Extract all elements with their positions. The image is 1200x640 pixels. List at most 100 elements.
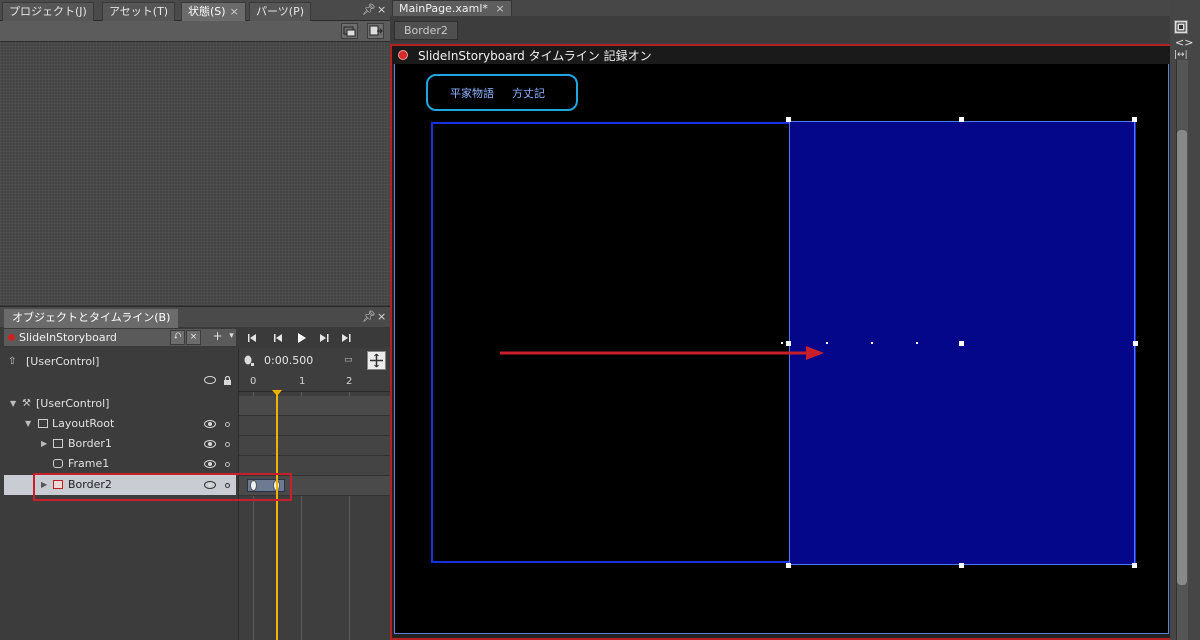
record-toggle-icon[interactable] [398, 50, 408, 60]
tab-states[interactable]: 状態(S) × [181, 2, 246, 21]
storyboard-options-icon[interactable]: ⮏ [170, 330, 185, 345]
first-frame-icon[interactable] [248, 334, 256, 342]
resize-handle[interactable] [1132, 117, 1137, 122]
eye-icon[interactable] [204, 460, 216, 468]
tree-item-label: [UserControl] [36, 397, 110, 410]
usercontrol-icon: ⚒ [22, 398, 31, 409]
scrollbar-thumb[interactable] [1177, 130, 1187, 585]
storyboard-name: SlideInStoryboard [19, 331, 117, 344]
tab-assets-label: アセット(T) [109, 5, 169, 18]
timeline-row [239, 396, 391, 416]
keyframe-record-icon[interactable] [243, 354, 255, 366]
playhead-handle[interactable] [272, 390, 282, 396]
nav-link-hojoki[interactable]: 方丈記 [512, 85, 545, 101]
pin-icon[interactable]: 📌︎ [362, 3, 376, 16]
resize-handle[interactable] [1132, 563, 1137, 568]
ruler-tick-1: 1 [299, 376, 306, 387]
breadcrumb[interactable]: Border2 [394, 21, 458, 40]
resize-handle[interactable] [1133, 341, 1138, 346]
show-all-eye-icon[interactable] [204, 376, 216, 384]
nav-pill: 平家物語 方丈記 [426, 74, 578, 111]
lock-toggle-icon[interactable] [225, 462, 230, 467]
tree-item-frame1[interactable]: Frame1 [0, 454, 238, 474]
timeline-row [239, 436, 391, 456]
border-icon [53, 439, 63, 448]
resize-handle[interactable] [786, 117, 791, 122]
code-view-icon[interactable]: <> [1175, 36, 1193, 49]
tab-states-label: 状態(S) [188, 5, 226, 18]
eye-icon[interactable] [204, 440, 216, 448]
time-ruler[interactable]: 0 1 2 [239, 374, 391, 392]
ruler-tick-0: 0 [250, 376, 257, 387]
scope-label: [UserControl] [26, 355, 100, 368]
document-tabbar: MainPage.xaml* × [390, 0, 1170, 16]
grid-icon [38, 419, 48, 428]
motion-path-dot [916, 342, 918, 344]
resize-handle[interactable] [959, 117, 964, 122]
view-toggle-icon[interactable] [1174, 20, 1188, 34]
close-storyboard-icon[interactable]: × [186, 330, 201, 345]
playback-controls [248, 333, 351, 343]
time-display[interactable]: 0:00.500 [264, 354, 313, 367]
tree-item-label: LayoutRoot [52, 417, 115, 430]
lock-toggle-icon[interactable] [225, 442, 230, 447]
objects-pin-icon[interactable]: 📌︎ [362, 310, 376, 323]
left-panel-tabbar: プロジェクト(J) アセット(T) 状態(S) × パーツ(P) 📌︎ × [0, 0, 390, 21]
expand-arrow-icon[interactable]: ▼ [25, 414, 31, 434]
playhead[interactable] [276, 392, 278, 640]
breadcrumb-bar: Border2 [390, 16, 1170, 44]
tab-states-close-icon[interactable]: × [230, 5, 239, 18]
storyboard-picker[interactable]: SlideInStoryboard ⮏ × + ▾ [3, 328, 237, 347]
tree-item-label: Frame1 [68, 457, 110, 470]
tree-item-layoutroot[interactable]: ▼ LayoutRoot [0, 414, 238, 434]
states-panel-body [0, 42, 390, 305]
scope-row[interactable]: ⇧ [UserControl] [0, 352, 238, 372]
transform-center-handle[interactable] [959, 341, 964, 346]
prev-frame-icon[interactable] [274, 334, 282, 342]
add-state-icon[interactable] [367, 23, 384, 39]
last-frame-icon[interactable] [342, 334, 351, 342]
timeline-row [239, 416, 391, 436]
tab-parts[interactable]: パーツ(P) [249, 2, 311, 21]
tab-mainpage-label: MainPage.xaml* [399, 2, 488, 15]
tree-item-usercontrol[interactable]: ▼ ⚒ [UserControl] [0, 394, 238, 414]
new-storyboard-button[interactable]: + [210, 330, 225, 345]
frame-icon [53, 459, 63, 468]
scope-up-icon[interactable]: ⇧ [8, 352, 16, 372]
tab-project-label: プロジェクト(J) [9, 5, 87, 18]
play-icon[interactable] [298, 333, 306, 343]
states-toolbar [0, 21, 390, 42]
tab-parts-label: パーツ(P) [256, 5, 304, 18]
recording-status: SlideInStoryboard タイムライン 記録オン [418, 49, 652, 63]
nav-link-heike[interactable]: 平家物語 [450, 85, 494, 101]
objects-timeline-title[interactable]: オブジェクトとタイムライン(B) [4, 309, 179, 328]
tree-item-border1[interactable]: ▶ Border1 [0, 434, 238, 454]
collapsed-arrow-icon[interactable]: ▶ [41, 434, 47, 454]
add-state-group-icon[interactable] [341, 23, 358, 39]
snap-ruler-icon[interactable]: ▭ [344, 355, 353, 365]
zoom-fit-button[interactable] [367, 351, 386, 370]
resize-handle[interactable] [959, 563, 964, 568]
right-tool-strip: <> |↔| [1170, 0, 1200, 640]
slide-direction-arrow [500, 346, 824, 360]
objects-close-icon[interactable]: × [377, 310, 386, 323]
objects-timeline-header: オブジェクトとタイムライン(B) 📌︎ × [0, 306, 390, 328]
eye-icon[interactable] [204, 420, 216, 428]
lock-toggle-icon[interactable] [225, 422, 230, 427]
motion-path-dot [871, 342, 873, 344]
split-view-icon[interactable]: |↔| [1174, 50, 1188, 60]
lock-all-icon[interactable] [223, 375, 232, 385]
tab-project[interactable]: プロジェクト(J) [2, 2, 94, 21]
ruler-tick-2: 2 [346, 376, 353, 387]
recording-bar: SlideInStoryboard タイムライン 記録オン [392, 46, 1171, 64]
resize-handle[interactable] [786, 563, 791, 568]
panel-close-icon[interactable]: × [377, 3, 386, 16]
storyboard-dropdown-icon[interactable]: ▾ [224, 330, 239, 345]
selection-highlight [33, 473, 292, 501]
expand-arrow-icon[interactable]: ▼ [10, 394, 16, 414]
tab-assets[interactable]: アセット(T) [102, 2, 176, 21]
next-frame-icon[interactable] [320, 334, 329, 342]
tab-close-icon[interactable]: × [495, 2, 504, 15]
tab-mainpage[interactable]: MainPage.xaml* × [392, 0, 512, 16]
record-indicator-icon [8, 334, 15, 341]
